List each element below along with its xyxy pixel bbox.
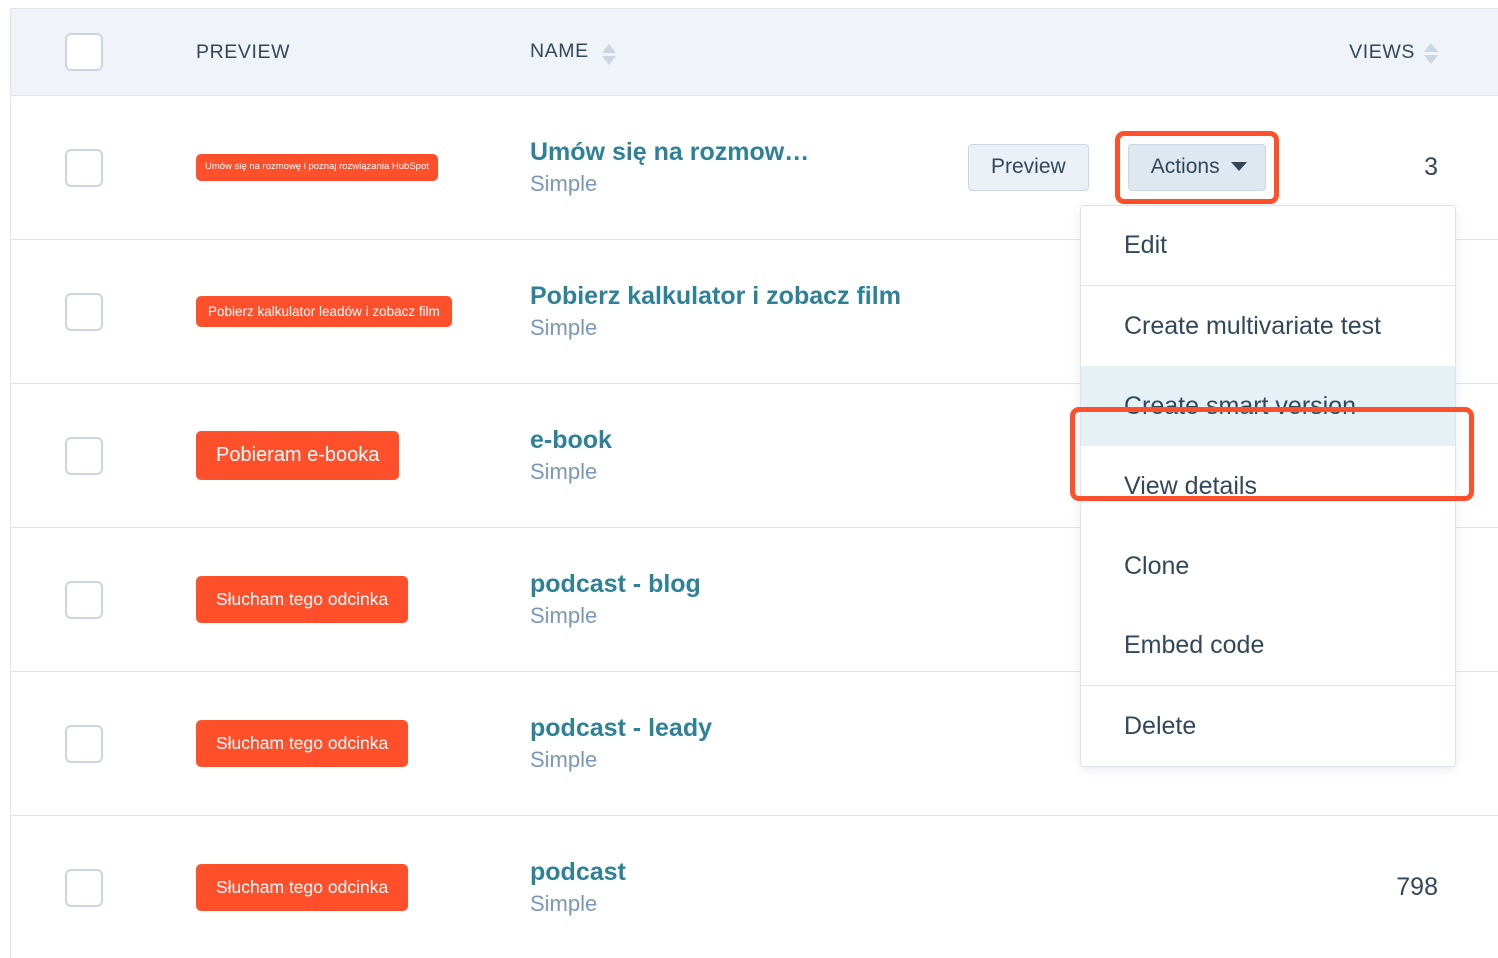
select-all-cell (11, 33, 196, 71)
row-preview-cell: Słucham tego odcinka (196, 864, 530, 911)
cta-type-label: Simple (530, 171, 598, 196)
preview-button[interactable]: Preview (968, 144, 1089, 191)
row-select-cell (11, 436, 196, 475)
cta-name-link[interactable]: Pobierz kalkulator i zobacz film (530, 282, 968, 312)
header-name[interactable]: NAME (530, 40, 968, 65)
row-views-cell: 3 (1308, 153, 1498, 182)
cta-name-link[interactable]: podcast - blog (530, 570, 968, 600)
row-views-cell: 798 (1308, 873, 1498, 902)
cta-name-link[interactable]: e-book (530, 426, 968, 456)
table-header-row: PREVIEW NAME VIEWS (11, 8, 1498, 96)
row-select-cell (11, 580, 196, 619)
header-name-label: NAME (530, 40, 589, 63)
row-checkbox[interactable] (65, 868, 103, 907)
header-preview-label: PREVIEW (196, 40, 291, 63)
row-preview-cell: Pobieram e-booka (196, 431, 530, 480)
menu-item-create-multivariate-test[interactable]: Create multivariate test (1081, 286, 1455, 366)
menu-item-label: Delete (1124, 711, 1197, 740)
cta-preview-badge: Słucham tego odcinka (196, 720, 409, 767)
cta-name-link[interactable]: Umów się na rozmow… (530, 138, 968, 168)
row-checkbox[interactable] (65, 724, 103, 763)
select-all-checkbox[interactable] (65, 33, 103, 71)
row-name-cell: Pobierz kalkulator i zobacz film Simple (530, 282, 968, 342)
menu-item-edit[interactable]: Edit (1081, 206, 1455, 286)
menu-item-create-smart-version[interactable]: Create smart version (1081, 366, 1455, 446)
row-name-cell: podcast - blog Simple (530, 570, 968, 630)
row-preview-cell: Słucham tego odcinka (196, 720, 530, 767)
cta-name-link[interactable]: podcast (530, 858, 968, 888)
row-select-cell (11, 868, 196, 907)
sort-icon-name[interactable] (602, 43, 617, 65)
row-checkbox[interactable] (65, 148, 103, 187)
row-name-cell: podcast - leady Simple (530, 714, 968, 774)
row-name-cell: podcast Simple (530, 858, 968, 918)
cta-preview-badge: Pobierz kalkulator leadów i zobacz film (196, 295, 452, 328)
sort-icon-views[interactable] (1424, 42, 1438, 64)
actions-button-label: Actions (1150, 155, 1220, 179)
actions-button-highlight: Actions (1114, 131, 1279, 204)
cta-type-label: Simple (530, 315, 598, 340)
menu-item-label: View details (1124, 471, 1257, 500)
row-name-cell: Umów się na rozmow… Simple (530, 138, 968, 198)
cta-type-label: Simple (530, 459, 598, 484)
views-value: 3 (1424, 153, 1438, 181)
menu-item-view-details[interactable]: View details (1081, 446, 1455, 526)
row-actions-cell: Preview Actions (968, 131, 1308, 204)
header-preview: PREVIEW (196, 41, 530, 64)
cta-preview-badge: Słucham tego odcinka (196, 864, 409, 911)
menu-item-delete[interactable]: Delete (1081, 686, 1455, 766)
header-views[interactable]: VIEWS (1308, 41, 1498, 64)
cta-type-label: Simple (530, 747, 598, 772)
cta-name-link[interactable]: podcast - leady (530, 714, 968, 744)
views-value: 798 (1396, 873, 1438, 901)
row-select-cell (11, 724, 196, 763)
menu-item-label: Edit (1124, 231, 1168, 259)
cta-type-label: Simple (530, 603, 598, 628)
menu-item-clone[interactable]: Clone (1081, 526, 1455, 606)
cta-preview-badge: Umów się na rozmowę i poznaj rozwiązania… (196, 154, 438, 181)
menu-item-embed-code[interactable]: Embed code (1081, 606, 1455, 686)
menu-item-label: Embed code (1124, 631, 1265, 659)
row-select-cell (11, 148, 196, 187)
table-row[interactable]: Słucham tego odcinka podcast Simple 798 (11, 816, 1498, 958)
row-checkbox[interactable] (65, 436, 103, 475)
row-checkbox[interactable] (65, 580, 103, 619)
actions-button[interactable]: Actions (1127, 144, 1266, 191)
row-name-cell: e-book Simple (530, 426, 968, 486)
cta-preview-badge: Pobieram e-booka (196, 431, 400, 480)
menu-item-label: Clone (1124, 551, 1190, 580)
chevron-down-icon (1230, 162, 1247, 172)
cta-type-label: Simple (530, 891, 598, 916)
row-select-cell (11, 292, 196, 331)
row-checkbox[interactable] (65, 292, 103, 331)
row-preview-cell: Umów się na rozmowę i poznaj rozwiązania… (196, 154, 530, 181)
actions-dropdown-menu: Edit Create multivariate test Create sma… (1080, 205, 1456, 767)
header-views-label: VIEWS (1349, 40, 1415, 63)
cta-list-screen: PREVIEW NAME VIEWS Umów się na rozmowę i… (0, 0, 1498, 958)
cta-preview-badge: Słucham tego odcinka (196, 576, 409, 623)
menu-item-label: Create multivariate test (1124, 311, 1382, 340)
row-preview-cell: Pobierz kalkulator leadów i zobacz film (196, 295, 530, 328)
menu-item-label: Create smart version (1124, 391, 1357, 420)
row-preview-cell: Słucham tego odcinka (196, 576, 530, 623)
